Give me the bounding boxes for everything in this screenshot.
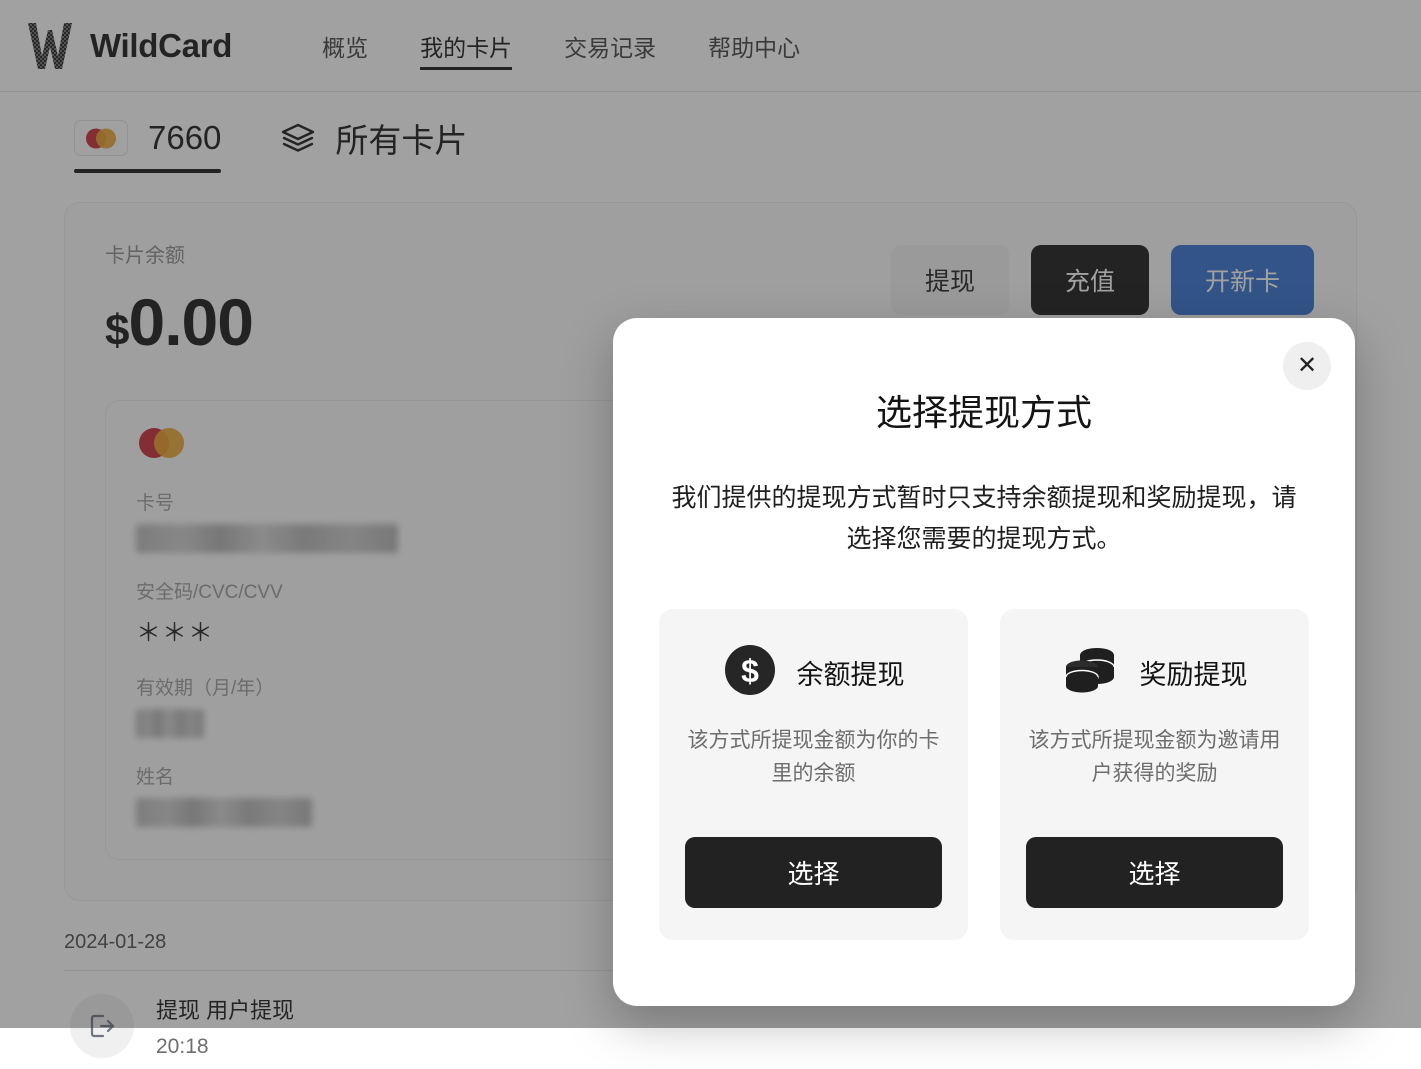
option-reward-withdraw[interactable]: 奖励提现 该方式所提现金额为邀请用户获得的奖励 选择 — [1000, 609, 1309, 940]
svg-text:$: $ — [741, 653, 759, 689]
transaction-time: 20:18 — [156, 1035, 294, 1059]
coins-stack-icon — [1062, 643, 1120, 702]
option-header: 奖励提现 — [1062, 643, 1248, 702]
option-header: $ 余额提现 — [723, 643, 905, 702]
dollar-circle-icon: $ — [723, 643, 777, 702]
option-description: 该方式所提现金额为你的卡里的余额 — [685, 724, 942, 791]
select-balance-withdraw-button[interactable]: 选择 — [685, 837, 942, 908]
close-icon[interactable]: ✕ — [1283, 342, 1331, 390]
select-reward-withdraw-button[interactable]: 选择 — [1026, 837, 1283, 908]
option-title: 奖励提现 — [1140, 653, 1248, 692]
option-title: 余额提现 — [797, 653, 905, 692]
option-description: 该方式所提现金额为邀请用户获得的奖励 — [1026, 724, 1283, 791]
withdraw-method-modal: ✕ 选择提现方式 我们提供的提现方式暂时只支持余额提现和奖励提现，请选择您需要的… — [613, 318, 1355, 1006]
withdraw-options: $ 余额提现 该方式所提现金额为你的卡里的余额 选择 — [659, 609, 1309, 940]
modal-description: 我们提供的提现方式暂时只支持余额提现和奖励提现，请选择您需要的提现方式。 — [664, 478, 1304, 561]
modal-title: 选择提现方式 — [659, 318, 1309, 436]
option-balance-withdraw[interactable]: $ 余额提现 该方式所提现金额为你的卡里的余额 选择 — [659, 609, 968, 940]
